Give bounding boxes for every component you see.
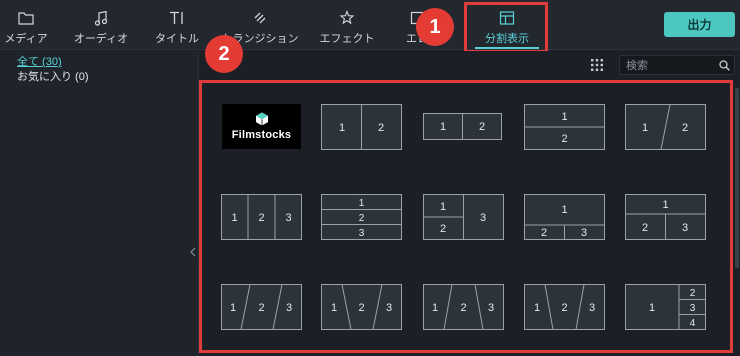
tab-media-label: メディア xyxy=(4,33,48,45)
search-icon[interactable] xyxy=(719,60,730,71)
highlight-box-template-gallery xyxy=(199,80,733,353)
category-sidebar: 全て (30) お気に入り (0) xyxy=(0,51,199,356)
gallery-scrollbar[interactable] xyxy=(735,88,739,268)
search-input[interactable] xyxy=(626,58,714,73)
effect-sparkle-icon xyxy=(339,9,355,27)
transition-icon xyxy=(252,9,268,27)
title-text-icon xyxy=(169,9,185,27)
tab-title[interactable]: タイトル xyxy=(154,0,200,50)
music-note-icon xyxy=(94,9,108,27)
top-toolbar: メディア オーディオ タイトル トランジション エフェクト エレ 分割表示 出力 xyxy=(0,0,740,50)
sidebar-item-favorites[interactable]: お気に入り (0) xyxy=(17,68,89,84)
callout-badge-1: 1 xyxy=(416,8,454,46)
tab-audio[interactable]: オーディオ xyxy=(73,0,129,50)
tab-effect-label: エフェクト xyxy=(319,33,375,45)
tab-effect[interactable]: エフェクト xyxy=(320,0,375,50)
tab-title-label: タイトル xyxy=(155,33,199,45)
folder-icon xyxy=(18,9,34,27)
highlight-box-split-tab xyxy=(464,2,548,53)
callout-badge-2: 2 xyxy=(205,35,243,73)
sidebar-item-all[interactable]: 全て (30) xyxy=(17,53,62,69)
collapse-arrow-icon[interactable] xyxy=(190,247,196,257)
export-button[interactable]: 出力 xyxy=(664,12,735,37)
tab-audio-label: オーディオ xyxy=(73,33,129,45)
tab-media[interactable]: メディア xyxy=(3,0,49,50)
search-box xyxy=(619,55,735,75)
grid-view-icon[interactable] xyxy=(590,58,604,72)
